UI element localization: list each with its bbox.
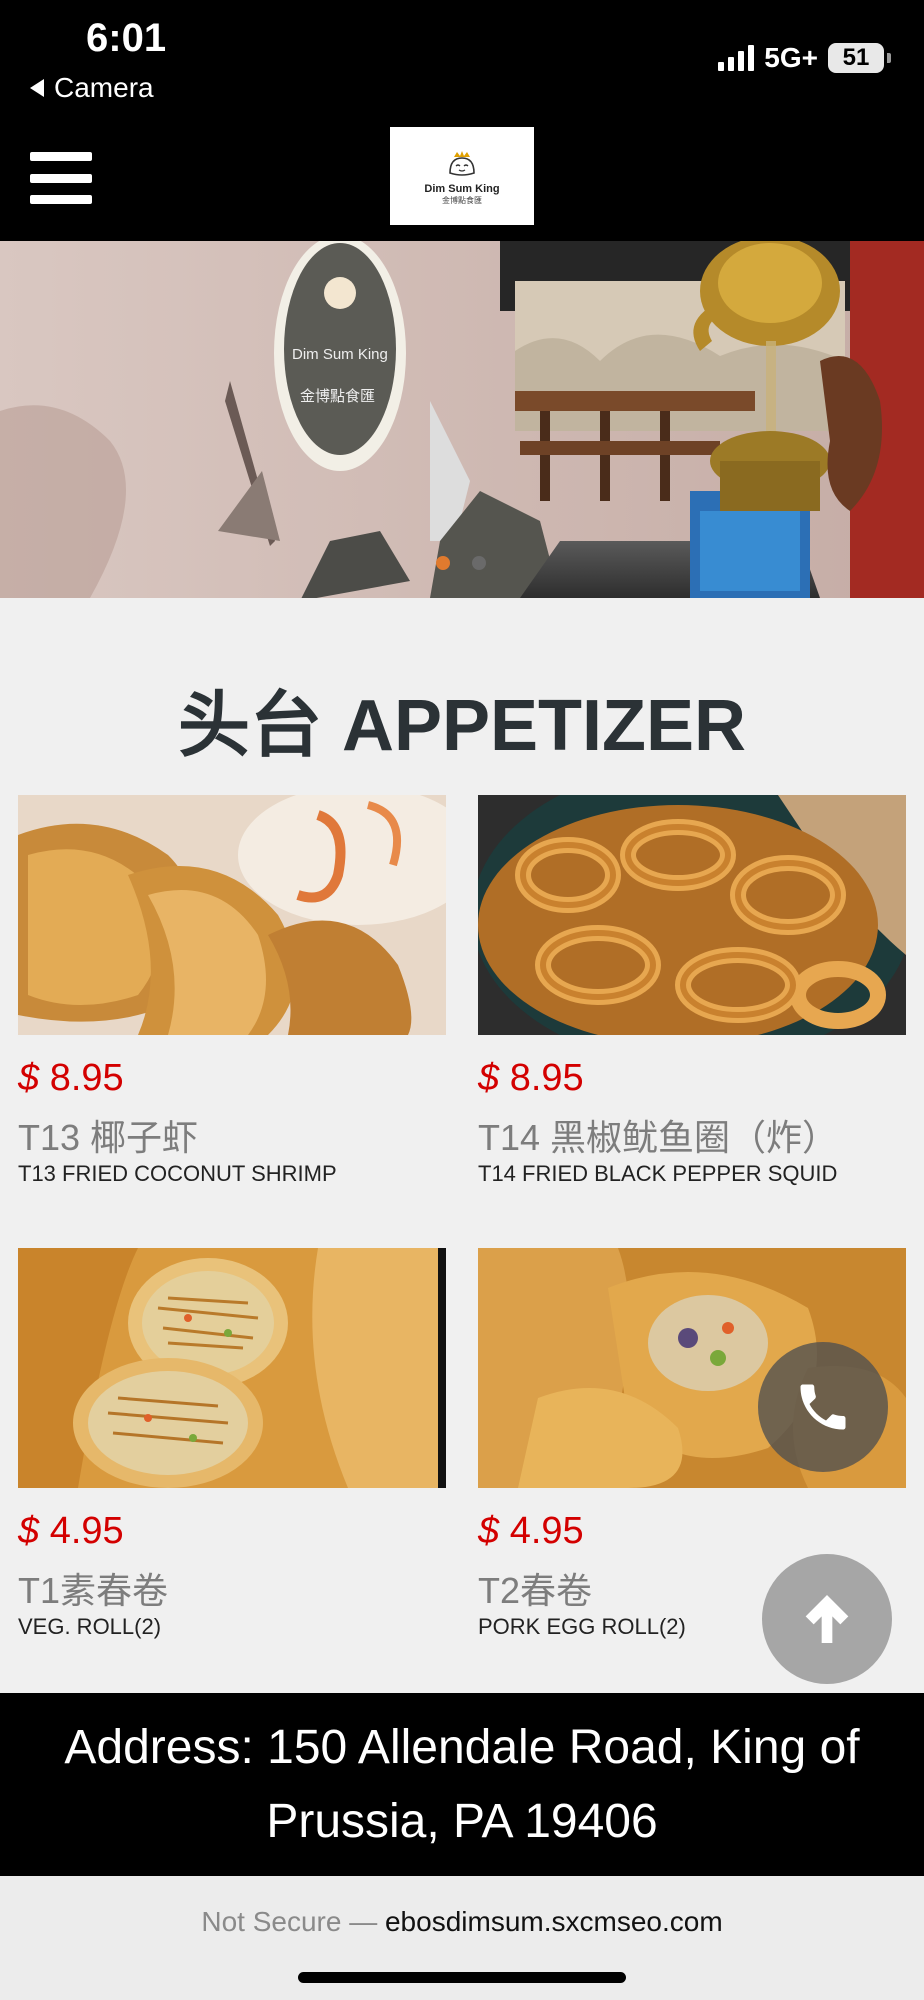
menu-item-card[interactable]: $ 8.95 T13 椰子虾 T13 FRIED COCONUT SHRIMP	[18, 795, 446, 1187]
hero-banner[interactable]: Dim Sum King 金博點食匯	[0, 241, 924, 598]
carousel-dot[interactable]	[472, 556, 486, 570]
section-title: 头台 APPETIZER	[177, 686, 747, 766]
carousel-dot-active[interactable]	[436, 556, 450, 570]
logo-subtitle: 金博點食匯	[442, 195, 482, 205]
status-bar: 6:01 Camera 5G+ 51	[0, 0, 924, 120]
address-text: Address: 150 Allendale Road, King of Pru…	[64, 1720, 860, 1848]
scroll-to-top-button[interactable]	[762, 1554, 892, 1684]
security-label: Not Secure —	[201, 1906, 378, 1937]
veg-roll-photo	[18, 1248, 446, 1488]
menu-item-card[interactable]: $ 4.95 T1素春卷 VEG. ROLL(2)	[18, 1248, 446, 1640]
signal-icon	[718, 45, 755, 71]
back-arrow-icon	[30, 79, 44, 97]
battery-level: 51	[842, 44, 870, 71]
network-type: 5G+	[764, 42, 818, 73]
url-domain: ebosdimsum.sxcmseo.com	[384, 1906, 723, 1937]
status-indicators: 5G+ 51	[718, 42, 891, 74]
price: $ 4.95	[478, 1510, 584, 1552]
home-indicator[interactable]	[298, 1972, 626, 1983]
restaurant-interior-image: Dim Sum King 金博點食匯	[0, 241, 924, 598]
logo-title: Dim Sum King	[424, 182, 500, 195]
item-name-cn: T1素春卷	[18, 1570, 169, 1611]
back-to-camera[interactable]: Camera	[30, 72, 154, 104]
price: $ 8.95	[478, 1057, 584, 1099]
browser-address-bar[interactable]: Not Secure — ebosdimsum.sxcmseo.com	[0, 1876, 924, 2000]
item-name-en: VEG. ROLL(2)	[18, 1614, 162, 1639]
svg-text:Dim Sum King: Dim Sum King	[292, 346, 388, 363]
menu-item-card[interactable]: $ 8.95 T14 黑椒鱿鱼圈（炸） T14 FRIED BLACK PEPP…	[478, 795, 906, 1187]
item-name-en: T13 FRIED COCONUT SHRIMP	[18, 1161, 337, 1186]
call-button[interactable]	[758, 1342, 888, 1472]
pepper-squid-photo	[478, 795, 906, 1035]
price: $ 8.95	[18, 1057, 124, 1099]
item-name-en: T14 FRIED BLACK PEPPER SQUID	[478, 1161, 838, 1186]
site-header: Dim Sum King 金博點食匯	[0, 120, 924, 241]
item-name-cn: T14 黑椒鱿鱼圈（炸）	[478, 1117, 839, 1158]
svg-text:金博點食匯: 金博點食匯	[300, 387, 375, 405]
price: $ 4.95	[18, 1510, 124, 1552]
status-time: 6:01	[86, 16, 167, 60]
dumpling-logo-icon	[449, 150, 475, 176]
battery-icon: 51	[828, 43, 891, 73]
back-label: Camera	[54, 72, 154, 103]
url-display[interactable]: Not Secure — ebosdimsum.sxcmseo.com	[0, 1906, 924, 1938]
logo[interactable]: Dim Sum King 金博點食匯	[390, 127, 534, 225]
coconut-shrimp-photo	[18, 795, 446, 1035]
item-name-cn: T13 椰子虾	[18, 1117, 199, 1158]
menu-icon[interactable]	[30, 152, 92, 204]
address-footer: Address: 150 Allendale Road, King of Pru…	[0, 1693, 924, 1876]
arrow-up-icon	[805, 1595, 849, 1643]
phone-icon	[800, 1384, 846, 1430]
carousel-dots	[436, 556, 486, 570]
